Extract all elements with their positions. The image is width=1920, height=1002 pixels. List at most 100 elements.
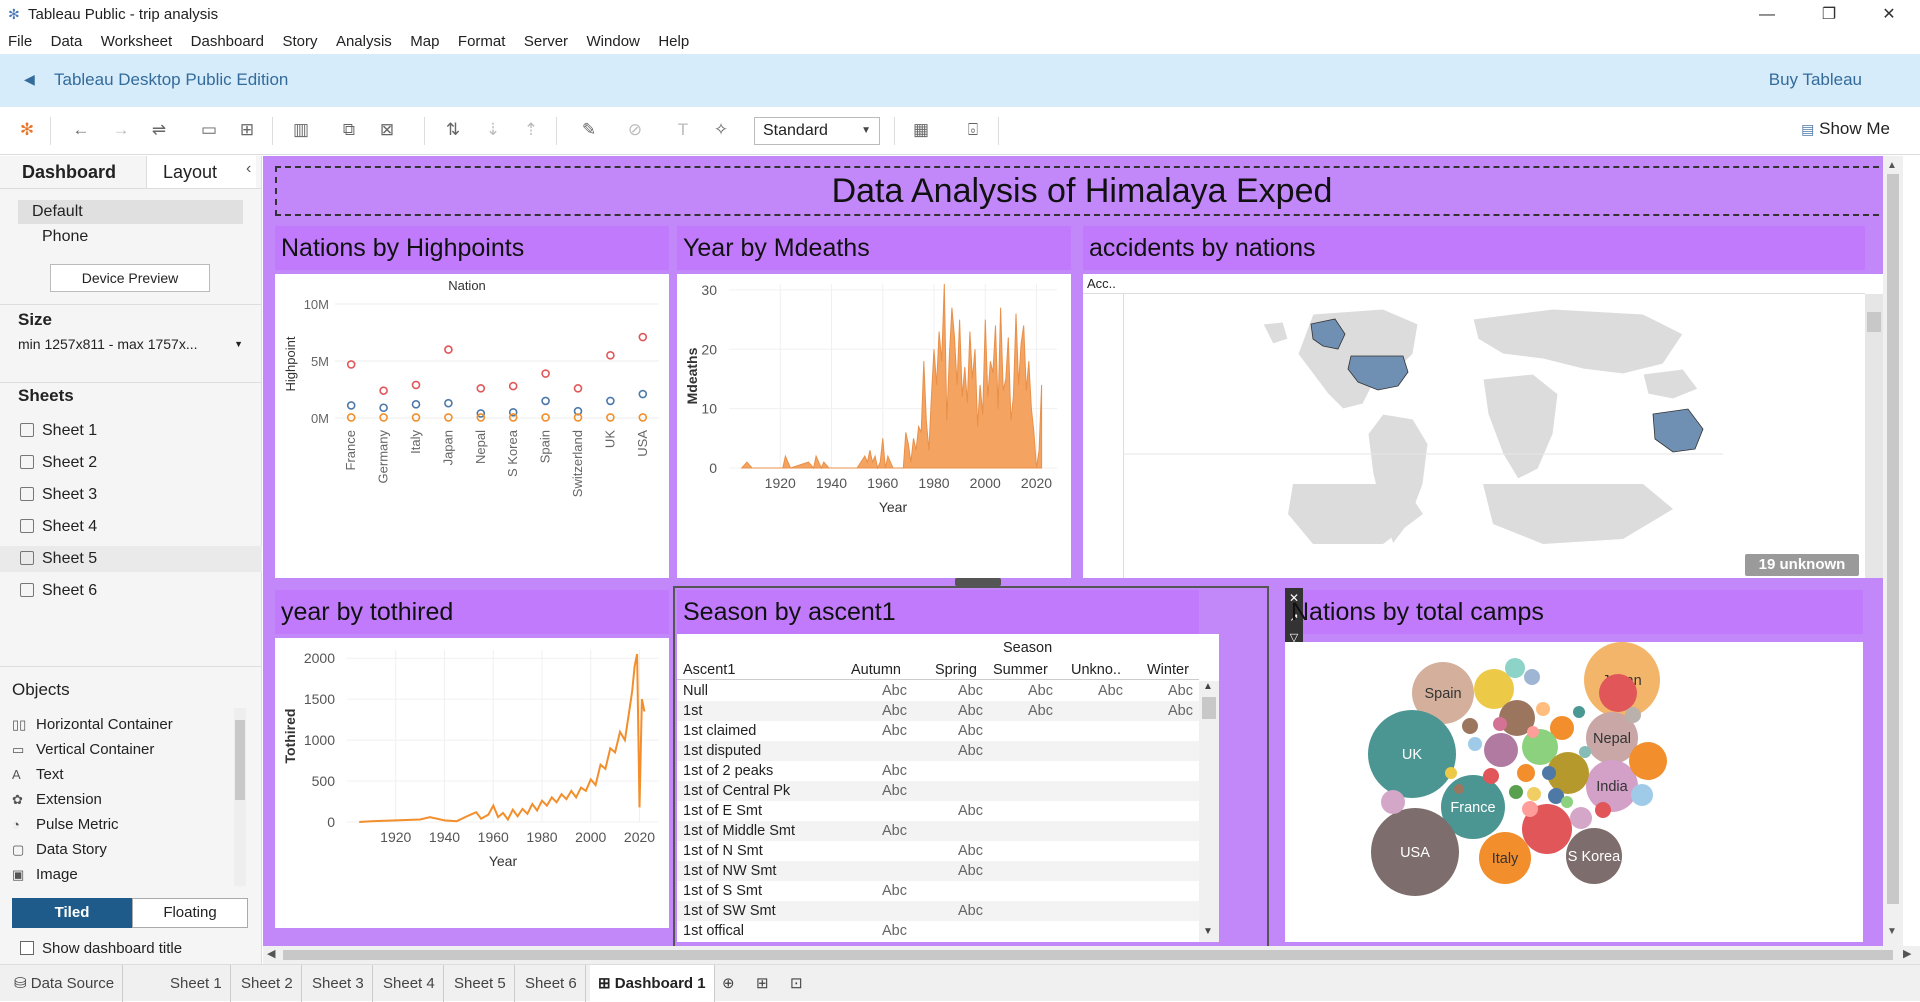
new-dashboard-tab-icon[interactable]: ⊞ — [748, 965, 777, 1002]
device-default[interactable]: Default — [18, 200, 243, 224]
chart-nations-by-total-camps[interactable]: JapanSpainUKNepalIndiaFranceUSAItalyS Ko… — [1285, 642, 1863, 942]
tiled-toggle[interactable]: Tiled — [12, 898, 132, 928]
dashboard-vertical-scrollbar[interactable]: ▲ ▼ — [1883, 156, 1903, 946]
table-row[interactable]: 1st Abc Abc Abc Abc — [677, 701, 1199, 721]
menu-format[interactable]: Format — [458, 30, 506, 54]
new-story-tab-icon[interactable]: ⊡ — [782, 965, 811, 1002]
sort-ascending-icon[interactable]: ⇣ — [482, 119, 504, 141]
object-vertical-container[interactable]: ▭ Vertical Container — [12, 737, 154, 762]
table-row[interactable]: Null Abc Abc Abc Abc Abc — [677, 681, 1199, 701]
duplicate-icon[interactable]: ⧉ — [338, 119, 360, 141]
minimize-button[interactable]: — — [1744, 2, 1790, 28]
show-title-checkbox[interactable] — [20, 941, 34, 955]
unknown-locations-badge[interactable]: 19 unknown — [1745, 554, 1859, 576]
sheet-item[interactable]: Sheet 6 — [20, 578, 260, 604]
size-dropdown[interactable]: min 1257x811 - max 1757x... ▼ — [18, 336, 243, 352]
table-row[interactable]: 1st of NW Smt Abc — [677, 861, 1199, 881]
swap-icon[interactable]: ⇅ — [442, 119, 464, 141]
object-text[interactable]: A Text — [12, 762, 64, 787]
menu-file[interactable]: File — [8, 30, 32, 54]
pin-icon[interactable]: ✧ — [710, 119, 732, 141]
new-worksheet-icon[interactable]: ▥ — [290, 119, 312, 141]
sheet-item[interactable]: Sheet 3 — [20, 482, 260, 508]
undo-icon[interactable]: ← — [70, 119, 92, 141]
sheet-item[interactable]: Sheet 4 — [20, 514, 260, 540]
table-row[interactable]: 1st of N Smt Abc — [677, 841, 1199, 861]
objects-scrollbar[interactable] — [234, 708, 246, 886]
dashboard-title-box[interactable]: Data Analysis of Himalaya Exped — [275, 166, 1889, 216]
table-row[interactable]: 1st of Central Pk Abc — [677, 781, 1199, 801]
object-horizontal-container[interactable]: ▯▯ Horizontal Container — [12, 712, 173, 737]
table-row[interactable]: 1st claimed Abc Abc — [677, 721, 1199, 741]
table-row[interactable]: 1st offical Abc — [677, 921, 1199, 941]
object-extension[interactable]: ✿ Extension — [12, 787, 102, 812]
group-icon[interactable]: ⊘ — [624, 119, 646, 141]
menu-data[interactable]: Data — [51, 30, 83, 54]
menu-analysis[interactable]: Analysis — [336, 30, 392, 54]
collapse-panel-icon[interactable]: ‹ — [246, 160, 251, 178]
menu-story[interactable]: Story — [282, 30, 317, 54]
chart-nations-by-highpoints[interactable]: Nation Highpoint 10M 5M 0M France Germany Italy… — [275, 274, 669, 578]
table-row[interactable]: 1st of S Smt Abc — [677, 881, 1199, 901]
menu-window[interactable]: Window — [587, 30, 640, 54]
new-worksheet-tab-icon[interactable]: ⊕ — [714, 965, 743, 1002]
sheet-item[interactable]: Sheet 1 — [20, 418, 260, 444]
tab-sheet-5[interactable]: Sheet 5 — [446, 965, 515, 1002]
tab-sheet-4[interactable]: Sheet 4 — [375, 965, 444, 1002]
chart-year-by-mdeaths[interactable]: 1920 1940 1960 1980 2000 2020 0 10 20 30 Year Mdeat… — [677, 274, 1071, 578]
sheet-item[interactable]: Sheet 5 — [0, 546, 262, 572]
table-row[interactable]: 1st disputed Abc — [677, 741, 1199, 761]
scroll-left-icon[interactable]: ◀ — [267, 947, 275, 960]
table-scrollbar[interactable]: ▲ ▼ — [1199, 681, 1219, 942]
table-row[interactable]: 1st of E Smt Abc — [677, 801, 1199, 821]
menu-dashboard[interactable]: Dashboard — [191, 30, 264, 54]
tab-sheet-3[interactable]: Sheet 3 — [304, 965, 373, 1002]
redo-icon[interactable]: → — [110, 119, 132, 141]
table-row[interactable]: 1st of 2 peaks Abc — [677, 761, 1199, 781]
map-accidents-by-nations[interactable]: Acc.. 19 unknown — [1083, 274, 1883, 578]
tab-dashboard[interactable]: Dashboard — [22, 156, 116, 188]
sort-descending-icon[interactable]: ⇡ — [520, 119, 542, 141]
tab-layout[interactable]: Layout — [146, 156, 256, 188]
menu-help[interactable]: Help — [658, 30, 689, 54]
tab-data-source[interactable]: ⛁ Data Source — [6, 965, 124, 1002]
scroll-right-icon[interactable]: ▶ — [1903, 947, 1911, 960]
new-data-source-icon[interactable]: ⊞ — [236, 119, 258, 141]
scroll-down-icon[interactable]: ▼ — [1203, 926, 1213, 937]
fit-select[interactable]: Standard ▼ — [754, 117, 880, 145]
floating-toggle[interactable]: Floating — [132, 898, 248, 928]
menu-worksheet[interactable]: Worksheet — [101, 30, 172, 54]
sheet-item[interactable]: Sheet 2 — [20, 450, 260, 476]
tab-sheet-6[interactable]: Sheet 6 — [517, 965, 586, 1002]
show-cards-icon[interactable]: ▦ — [910, 119, 932, 141]
show-title-option[interactable]: Show dashboard title — [20, 940, 182, 957]
device-preview-button[interactable]: Device Preview — [50, 264, 210, 292]
menu-server[interactable]: Server — [524, 30, 568, 54]
buy-tableau-link[interactable]: Buy Tableau — [1769, 70, 1862, 90]
close-button[interactable]: ✕ — [1866, 2, 1912, 28]
tab-sheet-2[interactable]: Sheet 2 — [233, 965, 302, 1002]
scroll-up-icon[interactable]: ▲ — [1887, 160, 1897, 171]
table-season-by-ascent1[interactable]: Season Ascent1 Autumn Spring Summer Unkn… — [677, 634, 1219, 942]
table-row[interactable]: 1st of Middle Smt Abc — [677, 821, 1199, 841]
tab-sheet-1[interactable]: Sheet 1 — [162, 965, 231, 1002]
chart-year-by-tothired[interactable]: 1920 1940 1960 1980 2000 2020 0 500 1000 1500 2000… — [275, 638, 669, 928]
horizontal-scrollbar-track[interactable]: ◀ ▶ — [263, 946, 1920, 964]
restore-button[interactable]: ❐ — [1806, 2, 1852, 28]
highlight-icon[interactable]: ✎ — [578, 119, 600, 141]
labels-icon[interactable]: T — [672, 119, 694, 141]
presentation-mode-icon[interactable]: ⌻ — [962, 119, 984, 141]
save-icon[interactable]: ▭ — [198, 119, 220, 141]
tableau-home-icon[interactable]: ✻ — [16, 119, 38, 141]
menu-map[interactable]: Map — [410, 30, 439, 54]
scroll-down-icon[interactable]: ▼ — [1887, 926, 1897, 937]
table-row[interactable]: 1st of SW Smt Abc — [677, 901, 1199, 921]
object-image[interactable]: ▣ Image — [12, 862, 78, 887]
tab-dashboard-1[interactable]: ⊞ Dashboard 1 — [590, 965, 715, 1002]
device-phone[interactable]: Phone — [42, 228, 88, 246]
map-scrollbar[interactable] — [1865, 294, 1883, 578]
scroll-up-icon[interactable]: ▲ — [1203, 681, 1213, 692]
show-me-button[interactable]: ▤ Show Me — [1801, 119, 1890, 139]
object-data-story[interactable]: ▢ Data Story — [12, 837, 107, 862]
object-pulse-metric[interactable]: ◔ Pulse Metric — [12, 812, 119, 837]
